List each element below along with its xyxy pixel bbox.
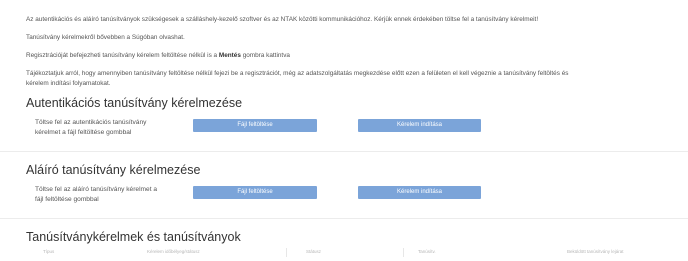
column-header-request-timestamp: Kérelem időbélyeg/státusz [147, 249, 200, 254]
sign-description-line2: fájl feltöltése gombbal [35, 195, 99, 203]
auth-upload-button[interactable]: Fájl feltöltése [193, 119, 317, 132]
column-separator-1 [286, 248, 287, 257]
column-separator-2 [403, 248, 404, 257]
sign-description: Töltse fel az aláíró tanúsítvány kérelme… [35, 185, 185, 204]
intro-text-3-end: gombra kattintva [240, 52, 290, 59]
auth-description-line1: Töltse fel az autentikációs tanúsítvány [35, 119, 147, 126]
intro-text-3: Regisztrációját befejezheti tanúsítvány … [26, 51, 290, 60]
auth-description-line2: kérelmet a fájl feltöltése gombbal [35, 128, 132, 136]
column-header-expiry: Beküldött tanúsítvány lejárat [567, 249, 624, 254]
sign-upload-button[interactable]: Fájl feltöltése [193, 186, 317, 199]
column-header-certificate: Tanúsítv. [418, 249, 436, 254]
sign-description-line1: Töltse fel az aláíró tanúsítvány kérelme… [35, 186, 158, 193]
sign-section-title: Aláíró tanúsítvány kérelmezése [26, 163, 201, 177]
table-section-title: Tanúsítványkérelmek és tanúsítványok [26, 230, 241, 244]
section-divider-1 [0, 151, 688, 152]
auth-description: Töltse fel az autentikációs tanúsítvány … [35, 118, 185, 137]
intro-text-1: Az autentikációs és aláíró tanúsítványok… [26, 16, 539, 23]
section-divider-2 [0, 218, 688, 219]
column-header-type: Típus [43, 249, 55, 254]
auth-start-request-button[interactable]: Kérelem indítása [358, 119, 481, 132]
auth-section-title: Autentikációs tanúsítvány kérelmezése [26, 96, 243, 110]
intro-text-4b: kérelem indítási folyamatokat. [26, 80, 111, 87]
intro-text-2: Tanúsítvány kérelmekről bővebben a Súgób… [26, 34, 185, 41]
column-header-status: Státusz [306, 249, 322, 254]
intro-text-3-start: Regisztrációját befejezheti tanúsítvány … [26, 52, 219, 59]
save-keyword: Mentés [218, 52, 241, 59]
sign-start-request-button[interactable]: Kérelem indítása [358, 186, 481, 199]
intro-text-4a: Tájékoztatjuk arról, hogy amennyiben tan… [26, 70, 569, 77]
